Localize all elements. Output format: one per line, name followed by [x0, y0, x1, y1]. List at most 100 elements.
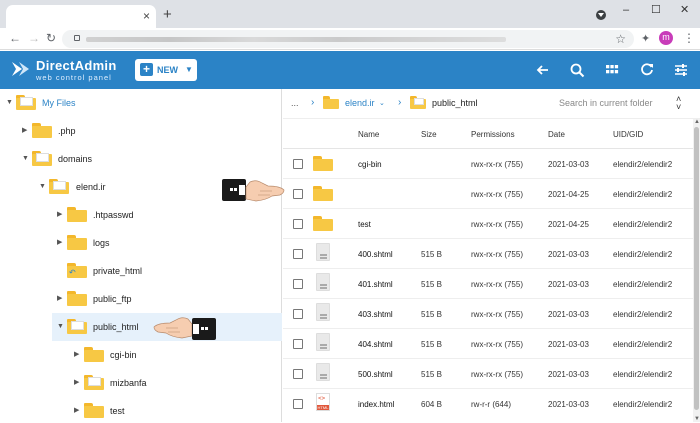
settings-sliders-icon[interactable]	[672, 61, 690, 79]
tree-item-label: cgi-bin	[110, 350, 137, 360]
tree-item-cgi-bin[interactable]: ▶ cgi-bin	[0, 343, 282, 367]
file-date: 2021-03-03	[548, 250, 589, 259]
column-date[interactable]: Date	[548, 130, 565, 139]
table-row[interactable]: 401.shtml 515 B rwx-rx-rx (755) 2021-03-…	[283, 269, 693, 299]
row-checkbox[interactable]	[293, 339, 303, 349]
star-icon[interactable]: ☆	[615, 32, 626, 46]
url-field[interactable]: ☆	[62, 30, 634, 48]
row-checkbox[interactable]	[293, 219, 303, 229]
chevron-down-icon[interactable]: ▼	[57, 315, 64, 339]
chevron-right-icon[interactable]: ▶	[74, 371, 79, 395]
folder-icon	[67, 207, 87, 222]
maximize-icon[interactable]: ☐	[651, 4, 661, 16]
tree-item-php[interactable]: ▶ .php	[0, 119, 282, 143]
row-checkbox[interactable]	[293, 189, 303, 199]
chevron-right-icon[interactable]: ▶	[57, 231, 62, 255]
forward-icon[interactable]: →	[28, 31, 40, 45]
tree-item-mizbanfa[interactable]: ▶ mizbanfa	[0, 371, 282, 395]
scroll-up-icon[interactable]: ▲	[694, 119, 700, 125]
column-uid-gid[interactable]: UID/GID	[613, 130, 643, 139]
tree-item-label: .htpasswd	[93, 210, 134, 220]
file-name[interactable]: 401.shtml	[358, 280, 393, 289]
row-checkbox[interactable]	[293, 309, 303, 319]
file-uid: elendir2/elendir2	[613, 370, 673, 379]
new-button[interactable]: + NEW ▼	[135, 59, 197, 81]
chevron-right-icon[interactable]: ▶	[22, 119, 27, 143]
folder-tree: ▼ My Files ▶ .php ▼ domains ▼ elend.ir ▶…	[0, 89, 282, 422]
extensions-icon[interactable]: ✦	[641, 32, 650, 45]
file-date: 2021-03-03	[548, 310, 589, 319]
chevron-down-icon[interactable]: ⌄	[379, 99, 385, 107]
file-icon	[316, 333, 330, 351]
browser-tab-strip: × + – ☐ ✕	[0, 0, 700, 28]
tree-item-public-html[interactable]: ▼ public_html	[0, 315, 282, 339]
table-row[interactable]: 400.shtml 515 B rwx-rx-rx (755) 2021-03-…	[283, 239, 693, 269]
chevron-right-icon[interactable]: ▶	[57, 287, 62, 311]
chevron-down-icon[interactable]: ▼	[39, 175, 46, 199]
tree-item-test[interactable]: ▶ test	[0, 399, 282, 423]
file-name[interactable]: test	[358, 220, 371, 229]
tree-item-domains[interactable]: ▼ domains	[0, 147, 282, 171]
row-checkbox[interactable]	[293, 159, 303, 169]
chevron-right-icon[interactable]: ▶	[74, 343, 79, 367]
row-checkbox[interactable]	[293, 249, 303, 259]
grid-view-icon[interactable]	[603, 61, 621, 79]
tab-search-icon[interactable]	[596, 10, 606, 20]
file-name[interactable]: 403.shtml	[358, 310, 393, 319]
close-window-icon[interactable]: ✕	[680, 4, 689, 16]
back-icon[interactable]: ←	[9, 31, 21, 45]
chevron-down-icon[interactable]: ▼	[6, 91, 13, 115]
column-permissions[interactable]: Permissions	[471, 130, 515, 139]
file-name[interactable]: 400.shtml	[358, 250, 393, 259]
column-size[interactable]: Size	[421, 130, 437, 139]
breadcrumb-domain[interactable]: elend.ir	[345, 98, 375, 108]
back-arrow-icon[interactable]	[534, 61, 552, 79]
tree-item-logs[interactable]: ▶ logs	[0, 231, 282, 255]
chevron-right-icon[interactable]: ▶	[57, 203, 62, 227]
folder-icon	[67, 235, 87, 250]
column-name[interactable]: Name	[358, 130, 379, 139]
reload-icon[interactable]: ↻	[46, 31, 56, 45]
refresh-icon[interactable]	[638, 61, 656, 79]
file-name[interactable]: 500.shtml	[358, 370, 393, 379]
tree-item-label: logs	[93, 238, 110, 248]
tree-item-public-ftp[interactable]: ▶ public_ftp	[0, 287, 282, 311]
vertical-scrollbar[interactable]: ▲ ▼	[693, 119, 700, 422]
scroll-down-icon[interactable]: ▼	[694, 416, 700, 422]
file-name[interactable]: cgi-bin	[358, 160, 382, 169]
scrollbar-thumb[interactable]	[694, 127, 699, 410]
tree-item-private-html[interactable]: ↶ private_html	[0, 259, 282, 283]
html-file-icon: <> HTML	[316, 393, 330, 411]
table-row[interactable]: <> HTML index.html 604 B rw-r-r (644) 20…	[283, 389, 693, 419]
new-tab-icon[interactable]: +	[163, 6, 172, 23]
table-row[interactable]: 403.shtml 515 B rwx-rx-rx (755) 2021-03-…	[283, 299, 693, 329]
file-uid: elendir2/elendir2	[613, 190, 673, 199]
search-icon[interactable]	[568, 61, 586, 79]
file-uid: elendir2/elendir2	[613, 220, 673, 229]
table-row[interactable]: cgi-bin rwx-rx-rx (755) 2021-03-03 elend…	[283, 149, 693, 179]
browser-tab[interactable]: ×	[6, 5, 156, 28]
file-icon	[316, 273, 330, 291]
file-date: 2021-03-03	[548, 160, 589, 169]
chevron-right-icon[interactable]: ▶	[74, 399, 79, 423]
table-row[interactable]: rwx-rx-rx (755) 2021-04-25 elendir2/elen…	[283, 179, 693, 209]
table-row[interactable]: 404.shtml 515 B rwx-rx-rx (755) 2021-03-…	[283, 329, 693, 359]
breadcrumb-ellipsis[interactable]: ...	[291, 98, 299, 108]
minimize-icon[interactable]: –	[623, 4, 629, 16]
close-tab-icon[interactable]: ×	[143, 9, 150, 23]
table-row[interactable]: 500.shtml 515 B rwx-rx-rx (755) 2021-03-…	[283, 359, 693, 389]
row-checkbox[interactable]	[293, 369, 303, 379]
avatar[interactable]: m	[659, 31, 673, 45]
file-date: 2021-03-03	[548, 370, 589, 379]
row-checkbox[interactable]	[293, 279, 303, 289]
chevron-down-icon[interactable]: ▼	[22, 147, 29, 171]
file-name[interactable]: 404.shtml	[358, 340, 393, 349]
row-checkbox[interactable]	[293, 399, 303, 409]
browser-menu-icon[interactable]: ⋮	[683, 31, 695, 45]
collapse-icon[interactable]: ˄ ˅	[676, 95, 681, 112]
file-name[interactable]: index.html	[358, 400, 394, 409]
tree-item-label: elend.ir	[76, 182, 106, 192]
search-folder-input[interactable]: Search in current folder	[559, 98, 653, 108]
table-row[interactable]: test rwx-rx-rx (755) 2021-04-25 elendir2…	[283, 209, 693, 239]
tree-item-my-files[interactable]: ▼ My Files	[0, 91, 282, 115]
